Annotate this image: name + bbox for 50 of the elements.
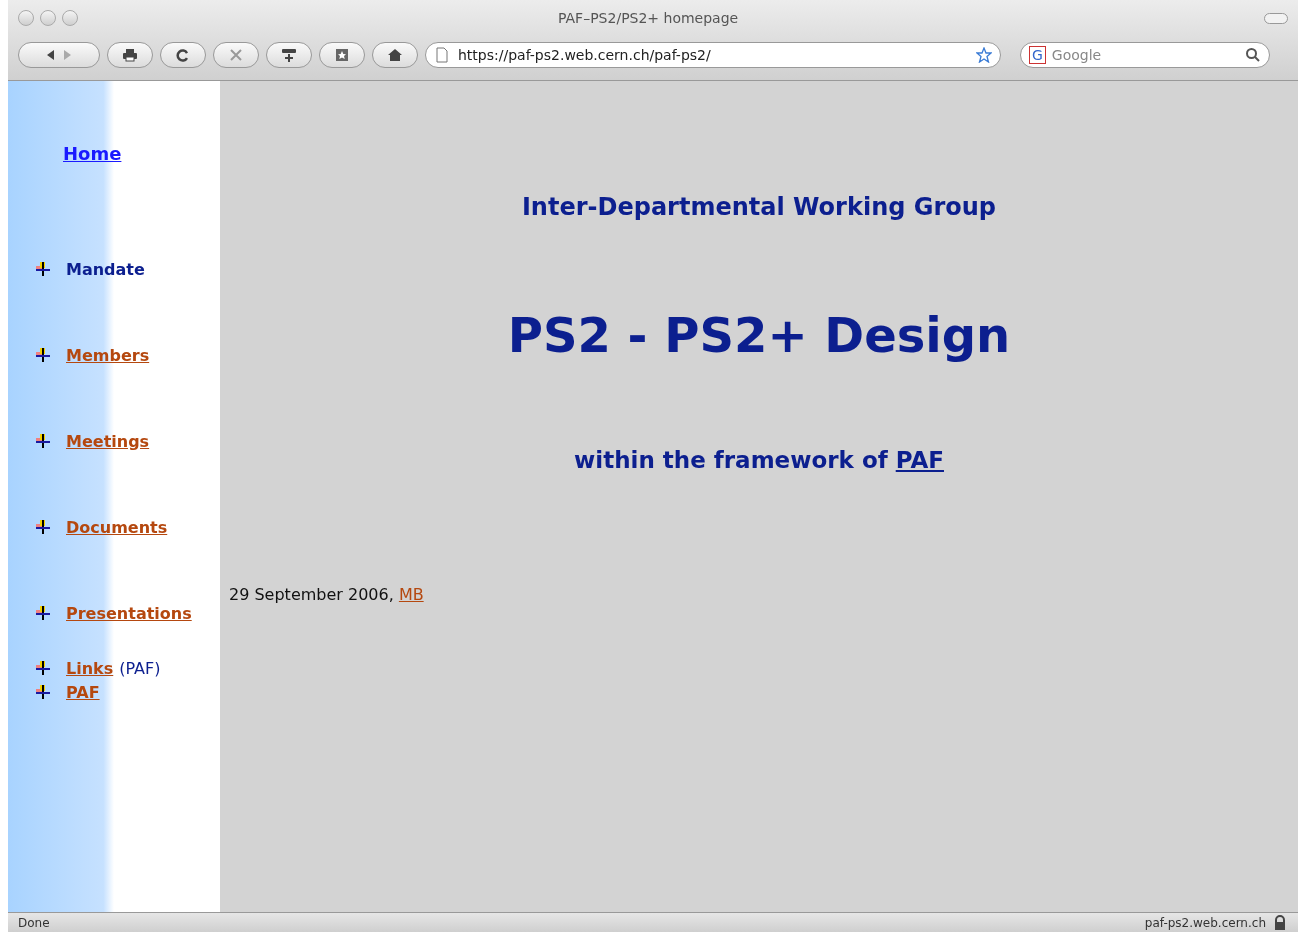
plus-bullet-icon <box>34 518 52 536</box>
nav-link[interactable]: Meetings <box>66 431 150 451</box>
plus-bullet-icon <box>34 346 52 364</box>
search-engine-logo[interactable]: G <box>1029 46 1046 64</box>
add-bookmark-button[interactable] <box>266 42 312 68</box>
lock-icon <box>1272 914 1288 931</box>
zoom-button[interactable] <box>62 10 78 26</box>
nav-note: (PAF) <box>119 658 161 678</box>
nav-link[interactable]: Documents <box>66 517 168 537</box>
page-title: PS2 - PS2+ Design <box>506 307 1012 363</box>
plus-bullet-icon <box>34 659 52 677</box>
nav-link[interactable]: Members <box>66 345 150 365</box>
search-placeholder: Google <box>1051 47 1103 63</box>
date-line: 29 September 2006, MB <box>229 585 425 604</box>
star-box-icon <box>334 47 350 63</box>
url-text: https://paf-ps2.web.cern.ch/paf-ps2/ <box>458 47 712 63</box>
add-bookmark-icon <box>281 47 297 63</box>
nav-link[interactable]: PAF <box>66 682 100 702</box>
plus-bullet-icon <box>34 604 52 622</box>
print-button[interactable] <box>107 42 153 68</box>
search-field[interactable]: G Google <box>1020 42 1270 68</box>
window-title: PAF–PS2/PS2+ homepage <box>558 10 739 26</box>
search-icon <box>1245 47 1261 63</box>
bookmarks-button[interactable] <box>319 42 365 68</box>
tagline: within the framework of PAF <box>573 447 945 473</box>
nav-link[interactable]: Links <box>66 658 114 678</box>
back-button[interactable] <box>18 42 100 68</box>
home-link[interactable]: Home <box>63 143 220 164</box>
reload-icon <box>175 47 191 63</box>
plus-bullet-icon <box>34 432 52 450</box>
plus-bullet-icon <box>34 260 52 278</box>
page-icon <box>434 47 450 63</box>
home-icon <box>387 47 403 63</box>
status-text: Done <box>18 915 50 930</box>
author-link[interactable]: MB <box>398 585 424 604</box>
reload-button[interactable] <box>160 42 206 68</box>
host-text: paf-ps2.web.cern.ch <box>1144 915 1266 930</box>
plus-bullet-icon <box>34 683 52 701</box>
stop-button[interactable] <box>213 42 259 68</box>
minimize-button[interactable] <box>40 10 56 26</box>
address-bar[interactable]: https://paf-ps2.web.cern.ch/paf-ps2/ <box>425 42 1001 68</box>
paf-link[interactable]: PAF <box>895 447 944 473</box>
subtitle: Inter-Departmental Working Group <box>520 193 998 221</box>
printer-icon <box>122 47 138 63</box>
toolbar-toggle-button[interactable] <box>1264 12 1288 24</box>
star-icon <box>976 47 992 63</box>
close-button[interactable] <box>18 10 34 26</box>
nav-link[interactable]: Presentations <box>66 603 192 623</box>
stop-icon <box>228 47 244 63</box>
home-button[interactable] <box>372 42 418 68</box>
